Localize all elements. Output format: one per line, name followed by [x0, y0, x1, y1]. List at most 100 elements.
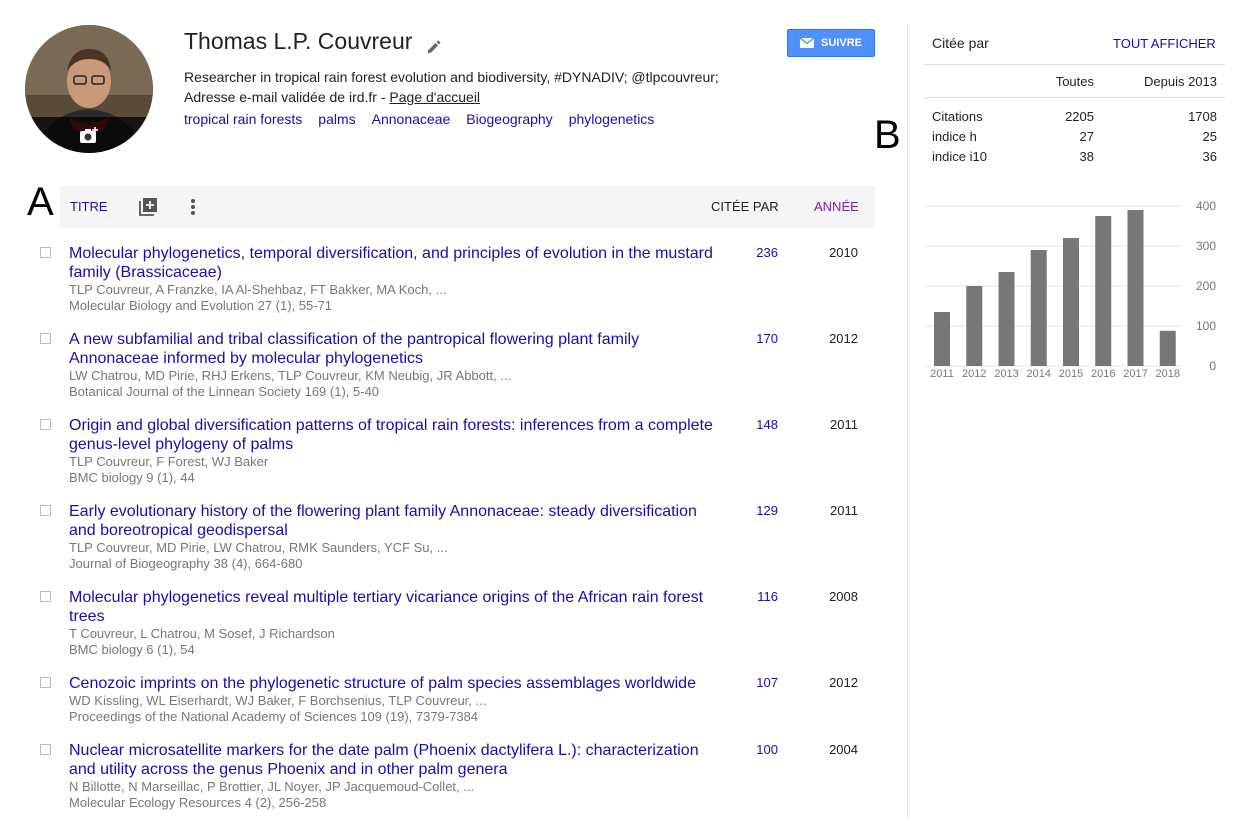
- article-title[interactable]: Molecular phylogenetics reveal multiple …: [69, 588, 714, 626]
- article-year: 2008: [829, 589, 858, 604]
- interest-tropical-rain-forests[interactable]: tropical rain forests: [184, 111, 302, 127]
- sort-by-year[interactable]: ANNÉE: [814, 199, 859, 214]
- article-year: 2010: [829, 245, 858, 260]
- interest-phylogenetics[interactable]: phylogenetics: [569, 111, 655, 127]
- article-cited-count[interactable]: 170: [740, 331, 778, 346]
- article-cited-count[interactable]: 100: [740, 742, 778, 757]
- follow-button-label: SUIVRE: [821, 37, 862, 49]
- article-year: 2012: [829, 331, 858, 346]
- article-venue: Proceedings of the National Academy of S…: [69, 709, 479, 724]
- article-cited-count[interactable]: 148: [740, 417, 778, 432]
- chart-y-tick-label: 0: [1209, 359, 1216, 373]
- article-year: 2012: [829, 675, 858, 690]
- chart-bar-2018[interactable]: [1159, 330, 1176, 366]
- article-meta: T Couvreur, L Chatrou, M Sosef, J Richar…: [69, 626, 714, 658]
- article-cited-count[interactable]: 107: [740, 675, 778, 690]
- chart-bar-2012[interactable]: [966, 286, 983, 366]
- article-authors: WD Kissling, WL Eiserhardt, WJ Baker, F …: [69, 693, 487, 708]
- stat-all: 27: [1079, 129, 1094, 144]
- chart-x-tick-label: 2012: [962, 368, 986, 380]
- chart-y-tick-label: 400: [1196, 199, 1216, 213]
- article-authors: TLP Couvreur, F Forest, WJ Baker: [69, 454, 269, 469]
- article-meta: LW Chatrou, MD Pirie, RHJ Erkens, TLP Co…: [69, 368, 714, 400]
- sort-by-title[interactable]: TITRE: [70, 199, 108, 214]
- article-authors: T Couvreur, L Chatrou, M Sosef, J Richar…: [69, 626, 335, 641]
- add-photo-icon: [80, 127, 98, 143]
- chart-x-tick-label: 2015: [1059, 368, 1083, 380]
- profile-name: Thomas L.P. Couvreur: [184, 28, 413, 54]
- row-checkbox[interactable]: [40, 247, 51, 258]
- chart-x-tick-label: 2018: [1156, 368, 1180, 380]
- article-title[interactable]: Cenozoic imprints on the phylogenetic st…: [69, 674, 714, 693]
- articles-table-header: TITRE CITÉE PAR ANNÉE: [60, 186, 875, 228]
- show-all-link[interactable]: TOUT AFFICHER: [1113, 36, 1216, 51]
- chart-y-tick-label: 300: [1196, 239, 1216, 253]
- article-venue: Molecular Ecology Resources 4 (2), 256-2…: [69, 795, 327, 810]
- col-since: Depuis 2013: [1144, 74, 1217, 89]
- stats-row-h-index: indice h 27 25: [924, 126, 1225, 146]
- article-meta: TLP Couvreur, MD Pirie, LW Chatrou, RMK …: [69, 540, 714, 572]
- interest-palms[interactable]: palms: [318, 111, 355, 127]
- profile-affiliation: Researcher in tropical rain forest evolu…: [184, 67, 784, 107]
- affiliation-text: Researcher in tropical rain forest evolu…: [184, 69, 719, 85]
- interests-list: tropical rain forests palms Annonaceae B…: [184, 111, 654, 127]
- follow-button[interactable]: SUIVRE: [787, 29, 875, 57]
- row-checkbox[interactable]: [40, 591, 51, 602]
- article-cited-count[interactable]: 129: [740, 503, 778, 518]
- chart-x-tick-label: 2016: [1091, 368, 1115, 380]
- article-title[interactable]: A new subfamilial and tribal classificat…: [69, 330, 714, 368]
- stats-row-i10-index: indice i10 38 36: [924, 146, 1225, 166]
- article-year: 2011: [830, 417, 858, 432]
- chart-x-tick-label: 2014: [1027, 368, 1051, 380]
- profile-photo[interactable]: [25, 25, 153, 153]
- homepage-link[interactable]: Page d'accueil: [389, 89, 480, 105]
- chart-bar-2011[interactable]: [934, 312, 950, 366]
- add-article-icon[interactable]: [139, 198, 157, 221]
- stats-header: Toutes Depuis 2013: [924, 65, 1225, 97]
- chart-bar-2014[interactable]: [1030, 250, 1047, 366]
- article-meta: TLP Couvreur, F Forest, WJ Baker BMC bio…: [69, 454, 714, 486]
- row-checkbox[interactable]: [40, 677, 51, 688]
- email-line: Adresse e-mail validée de ird.fr - Page …: [184, 87, 784, 107]
- article-title[interactable]: Molecular phylogenetics, temporal divers…: [69, 244, 714, 282]
- stat-since: 1708: [1188, 109, 1217, 124]
- chart-y-tick-label: 200: [1196, 279, 1216, 293]
- article-venue: Journal of Biogeography 38 (4), 664-680: [69, 556, 303, 571]
- article-year: 2011: [830, 503, 858, 518]
- row-checkbox[interactable]: [40, 744, 51, 755]
- row-checkbox[interactable]: [40, 333, 51, 344]
- chart-bar-2015[interactable]: [1063, 238, 1079, 366]
- article-venue: Botanical Journal of the Linnean Society…: [69, 384, 380, 399]
- article-cited-count[interactable]: 236: [740, 245, 778, 260]
- article-cited-count[interactable]: 116: [740, 589, 778, 604]
- stat-label: indice i10: [932, 149, 987, 164]
- article-venue: BMC biology 9 (1), 44: [69, 470, 195, 485]
- chart-bar-2013[interactable]: [998, 272, 1015, 366]
- stat-since: 36: [1202, 149, 1217, 164]
- article-meta: WD Kissling, WL Eiserhardt, WJ Baker, F …: [69, 693, 714, 725]
- chart-bar-2016[interactable]: [1095, 216, 1112, 366]
- verified-email: Adresse e-mail validée de ird.fr -: [184, 89, 390, 105]
- chart-bar-2017[interactable]: [1127, 210, 1144, 366]
- article-authors: LW Chatrou, MD Pirie, RHJ Erkens, TLP Co…: [69, 368, 512, 383]
- article-venue: BMC biology 6 (1), 54: [69, 642, 195, 657]
- row-checkbox[interactable]: [40, 505, 51, 516]
- stat-since: 25: [1202, 129, 1217, 144]
- column-divider: [907, 25, 908, 819]
- interest-biogeography[interactable]: Biogeography: [466, 111, 552, 127]
- col-all: Toutes: [1055, 74, 1094, 89]
- annotation-letter-b: B: [874, 113, 901, 157]
- stat-all: 2205: [1065, 109, 1094, 124]
- interest-annonaceae[interactable]: Annonaceae: [372, 111, 451, 127]
- chart-x-tick-label: 2013: [994, 368, 1018, 380]
- row-checkbox[interactable]: [40, 419, 51, 430]
- article-title[interactable]: Origin and global diversification patter…: [69, 416, 714, 454]
- change-photo-button[interactable]: [25, 117, 153, 153]
- article-title[interactable]: Early evolutionary history of the flower…: [69, 502, 714, 540]
- edit-pencil-icon[interactable]: [426, 34, 442, 53]
- chart-y-tick-label: 100: [1196, 319, 1216, 333]
- more-options-icon[interactable]: [190, 198, 196, 221]
- article-title[interactable]: Nuclear microsatellite markers for the d…: [69, 741, 714, 779]
- article-authors: N Billotte, N Marseillac, P Brottier, JL…: [69, 779, 475, 794]
- article-meta: N Billotte, N Marseillac, P Brottier, JL…: [69, 779, 714, 811]
